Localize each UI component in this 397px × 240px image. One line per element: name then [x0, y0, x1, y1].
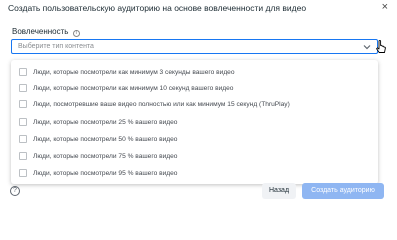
option-label: Люди, которые посмотрели 25 % вашего вид… — [33, 118, 178, 126]
dropdown-option[interactable]: Люди, которые посмотрели 95 % вашего вид… — [11, 166, 378, 181]
option-label: Люди, которые посмотрели как минимум 3 с… — [33, 68, 235, 76]
back-button[interactable]: Назад — [262, 183, 296, 199]
dropdown-option[interactable]: Люди, посмотревшие ваше видео полностью … — [11, 97, 378, 112]
option-checkbox[interactable] — [19, 118, 27, 126]
engagement-label-text: Вовлеченность — [12, 27, 69, 36]
content-type-select[interactable]: Выберите тип контента — [11, 39, 378, 54]
option-checkbox[interactable] — [19, 169, 27, 177]
option-checkbox[interactable] — [19, 68, 27, 76]
dropdown-option[interactable]: Люди, которые посмотрели 25 % вашего вид… — [11, 115, 378, 130]
dropdown-option[interactable]: Люди, которые посмотрели как минимум 10 … — [11, 81, 378, 96]
help-icon[interactable]: ? — [10, 186, 20, 196]
dropdown-option[interactable]: Люди, которые посмотрели как минимум 3 с… — [11, 65, 378, 80]
option-checkbox[interactable] — [19, 84, 27, 92]
chevron-down-icon — [363, 45, 371, 50]
option-checkbox[interactable] — [19, 100, 27, 108]
option-checkbox[interactable] — [19, 152, 27, 160]
dropdown-option[interactable]: Люди, которые посмотрели 50 % вашего вид… — [11, 132, 378, 147]
content-type-placeholder: Выберите тип контента — [18, 43, 94, 50]
engagement-field-label: Вовлеченность i — [12, 27, 80, 37]
option-checkbox[interactable] — [19, 135, 27, 143]
dialog-title: Создать пользовательскую аудиторию на ос… — [8, 3, 307, 13]
option-label: Люди, которые посмотрели 50 % вашего вид… — [33, 135, 178, 143]
option-label: Люди, которые посмотрели 95 % вашего вид… — [33, 169, 178, 177]
option-label: Люди, которые посмотрели как минимум 10 … — [33, 84, 234, 92]
mouse-pointer-icon — [376, 40, 386, 53]
content-type-dropdown: Люди, которые посмотрели как минимум 3 с… — [11, 60, 378, 184]
close-icon[interactable]: × — [382, 1, 388, 13]
info-icon[interactable]: i — [72, 30, 80, 37]
option-label: Люди, которые посмотрели 75 % вашего вид… — [33, 152, 178, 160]
create-engagement-audience-dialog: Создать пользовательскую аудиторию на ос… — [0, 0, 397, 205]
dropdown-option[interactable]: Люди, которые посмотрели 75 % вашего вид… — [11, 149, 378, 164]
create-audience-button[interactable]: Создать аудиторию — [302, 183, 384, 199]
option-label: Люди, посмотревшие ваше видео полностью … — [33, 100, 290, 108]
